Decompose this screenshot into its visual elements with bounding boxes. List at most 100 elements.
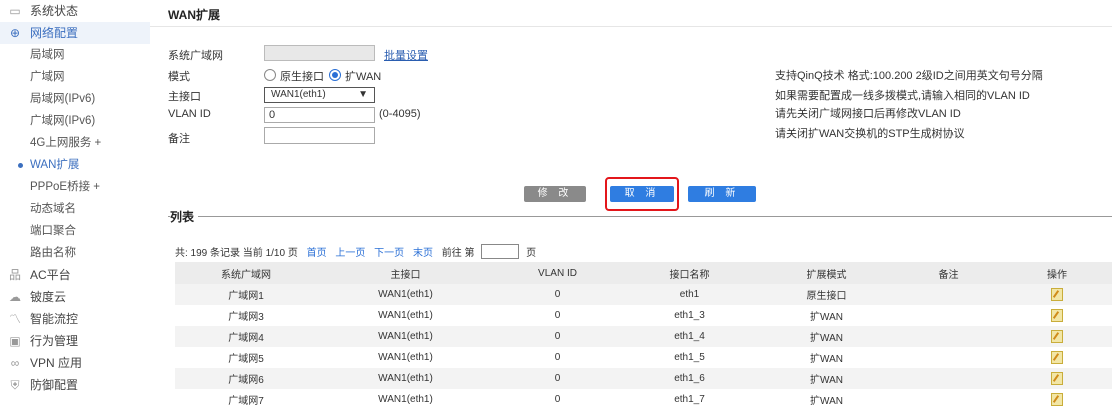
edit-icon[interactable] — [1051, 329, 1063, 343]
cell: 扩WAN — [758, 326, 895, 347]
cancel-button[interactable]: 取 消 — [610, 186, 674, 202]
cell: 扩WAN — [758, 368, 895, 389]
vlan-range-hint: (0-4095) — [379, 108, 421, 120]
nav-flow-control[interactable]: 〽 智能流控 — [0, 308, 150, 330]
next-page-link[interactable]: 下一页 — [374, 248, 404, 259]
nav-network-config[interactable]: ⊕ 网络配置 — [0, 22, 150, 44]
col-header: 接口名称 — [621, 262, 758, 284]
edit-icon[interactable] — [1051, 392, 1063, 406]
table-row: 广域网5 WAN1(eth1) 0 eth1_5 扩WAN — [175, 347, 1112, 368]
col-header: 扩展模式 — [758, 262, 895, 284]
note-line: 如果需要配置成一线多拨模式,请输入相同的VLAN ID — [775, 90, 1030, 102]
cell — [895, 347, 1002, 368]
cell — [895, 305, 1002, 326]
cell: WAN1(eth1) — [317, 368, 494, 389]
shield-icon: ⛨ — [10, 378, 20, 392]
sidebar-item-lan-ipv6[interactable]: 局域网(IPv6) — [0, 88, 150, 110]
last-page-link[interactable]: 末页 — [413, 248, 433, 259]
cell: eth1 — [621, 284, 758, 305]
cell: 0 — [494, 326, 621, 347]
cell — [895, 284, 1002, 305]
goto-page-input[interactable] — [481, 244, 520, 259]
flow-icon: 〽 — [8, 312, 21, 326]
cell — [1002, 305, 1112, 326]
cell: 0 — [494, 368, 621, 389]
sidebar-item-ddns[interactable]: 动态域名 — [0, 198, 150, 220]
radio-extwan-icon — [329, 69, 341, 81]
cell: eth1_3 — [674, 310, 705, 321]
nav-ac-platform[interactable]: 品 AC平台 — [0, 264, 150, 286]
nav-vpn[interactable]: ∞ VPN 应用 — [0, 352, 150, 374]
cell: WAN1(eth1) — [317, 326, 494, 347]
radio-native-icon — [264, 69, 276, 81]
page-header: WAN扩展 — [150, 0, 1112, 27]
sidebar-item-wan-ipv6[interactable]: 广域网(IPv6) — [0, 110, 150, 132]
main-iface-select[interactable]: WAN1(eth1) ▼ — [264, 87, 375, 103]
section-divider — [168, 216, 1112, 217]
nav-defense[interactable]: ⛨ 防御配置 — [0, 374, 150, 396]
edit-icon[interactable] — [1051, 350, 1063, 364]
cell — [895, 389, 1002, 410]
wan-label: 系统广域网 — [168, 50, 223, 62]
sidebar-item-4g[interactable]: 4G上网服务 + — [0, 132, 150, 154]
col-header: VLAN ID — [494, 262, 621, 284]
prev-page-link[interactable]: 上一页 — [335, 248, 365, 259]
sidebar-item-route-name[interactable]: 路由名称 — [0, 242, 150, 264]
chevron-down-icon: ▼ — [358, 89, 368, 100]
mode-label: 模式 — [168, 71, 190, 83]
edit-icon[interactable] — [1051, 287, 1063, 301]
cell: 0 — [554, 352, 561, 363]
remark-input[interactable] — [264, 127, 375, 144]
cell: 广域网7 — [228, 396, 264, 407]
sidebar-item-port-agg[interactable]: 端口聚合 — [0, 220, 150, 242]
monitor-icon: ▭ — [9, 4, 21, 18]
cell — [895, 368, 1002, 389]
page-title: WAN扩展 — [168, 8, 220, 22]
cell: WAN1(eth1) — [378, 310, 433, 321]
mode-radio-native[interactable]: 原生接口 — [264, 68, 324, 84]
cell — [1002, 284, 1112, 305]
vlan-id-input[interactable]: 0 — [264, 107, 375, 123]
main-iface-label: 主接口 — [168, 91, 201, 103]
refresh-button[interactable]: 刷 新 — [688, 186, 756, 202]
list-title: 列表 — [170, 208, 199, 225]
edit-icon[interactable] — [1051, 308, 1063, 322]
batch-settings-link[interactable]: 批量设置 — [384, 47, 428, 63]
page-unit: 页 — [526, 248, 537, 259]
edit-icon[interactable] — [1051, 371, 1063, 385]
cell: 0 — [554, 394, 561, 405]
modify-button[interactable]: 修 改 — [524, 186, 586, 202]
sidebar-item-pppoe-bridge[interactable]: PPPoE桥接 + — [0, 176, 150, 198]
main-panel: WAN扩展 系统广域网 批量设置 模式 原生接口 扩WAN 主接口 WAN1(e… — [150, 0, 1112, 411]
vlan-label: VLAN ID — [168, 108, 211, 120]
cell: WAN1(eth1) — [378, 394, 433, 405]
nav-behavior[interactable]: ▣ 行为管理 — [0, 330, 150, 352]
cell: 0 — [554, 310, 561, 321]
cell: 0 — [494, 284, 621, 305]
table-header-row: 系统广域网 主接口 VLAN ID 接口名称 扩展模式 备注 操作 — [175, 262, 1112, 284]
mode-radio-extwan[interactable]: 扩WAN — [329, 68, 381, 84]
cell — [1002, 368, 1112, 389]
cell: eth1_7 — [674, 394, 705, 405]
col-header: 系统广域网 — [175, 262, 317, 284]
table-row: 广域网1 WAN1(eth1) 0 eth1 原生接口 — [175, 284, 1112, 305]
cell — [1002, 326, 1112, 347]
cell — [1002, 347, 1112, 368]
first-page-link[interactable]: 首页 — [307, 248, 327, 259]
cell: 广域网1 — [175, 284, 317, 305]
nav-cloud[interactable]: ☁ 铍度云 — [0, 286, 150, 308]
system-wan-input[interactable] — [264, 45, 375, 61]
col-header: 主接口 — [317, 262, 494, 284]
sidebar-item-wan-ext[interactable]: WAN扩展 — [0, 154, 150, 176]
cell: 扩WAN — [810, 312, 843, 323]
cell: 广域网6 — [175, 368, 317, 389]
cell: WAN1(eth1) — [317, 284, 494, 305]
nav-system-status[interactable]: ▭ 系统状态 — [0, 0, 150, 22]
sidebar-item-wan[interactable]: 广域网 — [0, 66, 150, 88]
goto-label: 前往 第 — [441, 248, 475, 259]
col-header: 备注 — [895, 262, 1002, 284]
cell: 扩WAN — [810, 396, 843, 407]
sidebar-item-lan[interactable]: 局域网 — [0, 44, 150, 66]
cell — [895, 326, 1002, 347]
wan-table: 系统广域网 主接口 VLAN ID 接口名称 扩展模式 备注 操作 广域网1 W… — [175, 262, 1112, 410]
